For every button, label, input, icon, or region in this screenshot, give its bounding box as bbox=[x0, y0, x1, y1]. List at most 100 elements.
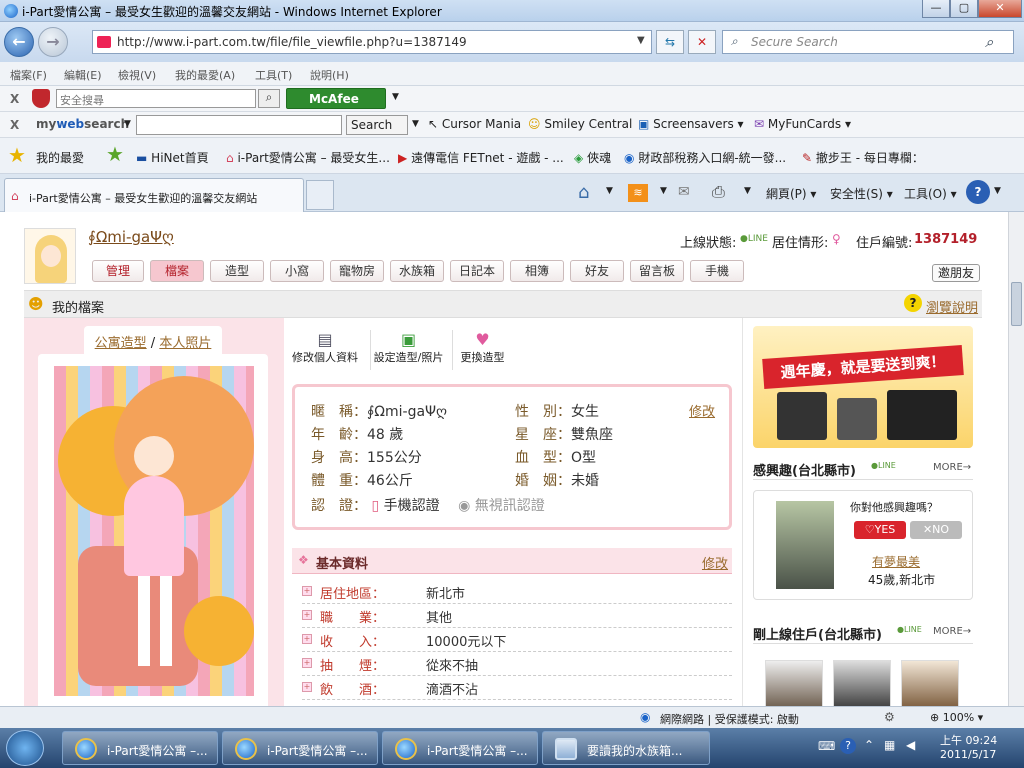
menu-view[interactable]: 檢視(V) bbox=[118, 67, 156, 83]
nav-album[interactable]: 相簿 bbox=[510, 260, 564, 282]
print-icon[interactable]: ⎙ bbox=[712, 182, 725, 202]
mcafee-button[interactable]: McAfee bbox=[286, 88, 386, 109]
favorites-star-icon[interactable]: ★ bbox=[8, 145, 26, 165]
add-favorite-icon[interactable]: ★ bbox=[106, 144, 124, 164]
set-photo-action[interactable]: ▣ 設定造型/照片 bbox=[370, 330, 446, 370]
change-style-action[interactable]: ♥ 更換造型 bbox=[452, 330, 512, 370]
member-thumb[interactable] bbox=[901, 660, 959, 706]
menu-file[interactable]: 檔案(F) bbox=[10, 67, 47, 83]
stop-icon[interactable]: ✕ bbox=[688, 30, 716, 54]
fav-fetnet[interactable]: ▶ 遠傳電信 FETnet - 遊戲 - ... bbox=[398, 149, 564, 166]
nav-guestbook[interactable]: 留言板 bbox=[630, 260, 684, 282]
network-icon[interactable]: ▦ bbox=[884, 738, 895, 752]
nav-friends[interactable]: 好友 bbox=[570, 260, 624, 282]
member-thumb[interactable] bbox=[765, 660, 823, 706]
invite-friends-button[interactable]: 邀朋友 bbox=[932, 264, 980, 282]
member-thumb[interactable] bbox=[833, 660, 891, 706]
avatar[interactable] bbox=[24, 228, 76, 284]
url-dropdown-icon[interactable]: ▼ bbox=[637, 35, 645, 46]
browse-help-link[interactable]: 瀏覽說明 bbox=[926, 297, 978, 316]
clock-time[interactable]: 上午 09:24 bbox=[940, 732, 997, 748]
rss-dropdown-icon[interactable]: ▼ bbox=[660, 186, 667, 196]
tray-expand-icon[interactable]: ⌃ bbox=[864, 738, 874, 752]
maximize-button[interactable]: ▢ bbox=[950, 0, 978, 18]
fav-xiahun[interactable]: ◈ 俠魂 bbox=[574, 149, 611, 166]
nav-profile[interactable]: 檔案 bbox=[150, 260, 204, 282]
zoom-level[interactable]: ⊕ 100% ▾ bbox=[930, 711, 983, 724]
no-button[interactable]: ✕NO bbox=[910, 521, 962, 539]
scroll-thumb[interactable] bbox=[1011, 282, 1022, 326]
print-dropdown-icon[interactable]: ▼ bbox=[744, 186, 751, 196]
brand-dropdown-icon[interactable]: ▼ bbox=[124, 119, 131, 129]
page-menu[interactable]: 網頁(P) ▾ bbox=[766, 185, 816, 202]
forward-button[interactable]: → bbox=[38, 27, 68, 57]
taskbar-ie-1[interactable]: i-Part愛情公寓 –... bbox=[62, 731, 218, 765]
rss-icon[interactable]: ≋ bbox=[628, 184, 648, 202]
fav-tax[interactable]: ◉ 財政部稅務入口網-統一發... bbox=[624, 149, 786, 166]
link-cursor-mania[interactable]: ↖ Cursor Mania bbox=[428, 117, 521, 131]
nav-petroom[interactable]: 寵物房 bbox=[330, 260, 384, 282]
taskbar-ie-3[interactable]: i-Part愛情公寓 –... bbox=[382, 731, 538, 765]
fav-hinet[interactable]: ▬ HiNet首頁 bbox=[136, 149, 209, 166]
url-input[interactable]: http://www.i-part.com.tw/file/file_viewf… bbox=[92, 30, 652, 54]
profile-nickname[interactable]: ∮Ωmi-gaΨღ bbox=[88, 228, 174, 246]
browser-tab[interactable]: ⌂ i-Part愛情公寓 – 最受女生歡迎的溫馨交友網站 bbox=[4, 178, 304, 212]
link-smiley-central[interactable]: ☺ Smiley Central bbox=[528, 117, 632, 131]
nav-manage[interactable]: 管理 bbox=[92, 260, 144, 282]
refresh-icon[interactable]: ⇆ bbox=[656, 30, 684, 54]
close-toolbar-icon[interactable]: X bbox=[10, 92, 19, 106]
home-dropdown-icon[interactable]: ▼ bbox=[606, 186, 613, 196]
clock-date[interactable]: 2011/5/17 bbox=[940, 748, 996, 761]
menu-help[interactable]: 說明(H) bbox=[310, 67, 349, 83]
menu-edit[interactable]: 編輯(E) bbox=[64, 67, 102, 83]
back-button[interactable]: ← bbox=[4, 27, 34, 57]
nav-aquarium[interactable]: 水族箱 bbox=[390, 260, 444, 282]
home-icon[interactable]: ⌂ bbox=[578, 182, 589, 203]
start-button[interactable] bbox=[6, 730, 44, 766]
tools-menu[interactable]: 工具(O) ▾ bbox=[904, 185, 957, 202]
link-myfuncards[interactable]: ✉ MyFunCards ▾ bbox=[754, 117, 851, 131]
volume-icon[interactable]: ◀ bbox=[906, 738, 915, 752]
web-search-button[interactable]: Search bbox=[346, 115, 408, 135]
web-search-input[interactable] bbox=[136, 115, 342, 135]
close-window-button[interactable]: ✕ bbox=[978, 0, 1022, 18]
page-scrollbar[interactable] bbox=[1008, 212, 1024, 706]
minimize-button[interactable]: — bbox=[922, 0, 950, 18]
real-photo-tab[interactable]: 本人照片 bbox=[159, 336, 211, 351]
safety-menu[interactable]: 安全性(S) ▾ bbox=[830, 185, 893, 202]
search-icon[interactable]: ⌕ bbox=[985, 33, 993, 51]
help-icon[interactable]: ? bbox=[966, 180, 990, 204]
more-link[interactable]: MORE→ bbox=[933, 626, 971, 637]
fav-ipart[interactable]: ⌂ i-Part愛情公寓 – 最受女生... bbox=[226, 149, 390, 166]
yes-button[interactable]: ♡YES bbox=[854, 521, 906, 539]
favorites-button[interactable]: 我的最愛 bbox=[36, 149, 84, 166]
edit-basic-link[interactable]: 修改 bbox=[702, 553, 728, 572]
keyboard-icon[interactable]: ⌨ bbox=[818, 739, 835, 753]
ie-search-input[interactable]: Secure Search ⌕ ⌕ bbox=[722, 30, 1014, 54]
nav-style[interactable]: 造型 bbox=[210, 260, 264, 282]
edit-profile-action[interactable]: ▤ 修改個人資料 bbox=[290, 330, 360, 370]
member-name-link[interactable]: 有夢最美 bbox=[872, 553, 920, 570]
taskbar-doc[interactable]: 要讀我的水族箱... bbox=[542, 731, 710, 765]
fav-column[interactable]: ✎ 撤步王 - 每日專欄： bbox=[802, 149, 924, 166]
mcafee-dropdown-icon[interactable]: ▼ bbox=[392, 92, 399, 102]
link-screensavers[interactable]: ▣ Screensavers ▾ bbox=[638, 117, 744, 131]
mail-icon[interactable]: ✉ bbox=[678, 184, 690, 200]
tray-help-icon[interactable]: ? bbox=[840, 738, 856, 754]
protected-mode-icon[interactable]: ⚙ bbox=[884, 710, 895, 724]
edit-info-link[interactable]: 修改 bbox=[689, 401, 715, 420]
avatar-style-tab[interactable]: 公寓造型 bbox=[95, 336, 147, 351]
more-link[interactable]: MORE→ bbox=[933, 462, 971, 473]
taskbar-ie-2[interactable]: i-Part愛情公寓 –... bbox=[222, 731, 378, 765]
search-dropdown-icon[interactable]: ▼ bbox=[412, 119, 419, 129]
promo-banner[interactable]: 週年慶，就是要送到爽！ bbox=[753, 326, 973, 448]
nav-mobile[interactable]: 手機 bbox=[690, 260, 744, 282]
close-toolbar-icon[interactable]: X bbox=[10, 118, 19, 132]
safe-search-input[interactable]: 安全搜尋 bbox=[56, 89, 256, 108]
menu-tools[interactable]: 工具(T) bbox=[255, 67, 292, 83]
nav-diary[interactable]: 日記本 bbox=[450, 260, 504, 282]
menu-favorites[interactable]: 我的最愛(A) bbox=[175, 67, 235, 83]
new-tab-button[interactable] bbox=[306, 180, 334, 210]
member-photo[interactable] bbox=[776, 501, 834, 589]
nav-nest[interactable]: 小窩 bbox=[270, 260, 324, 282]
